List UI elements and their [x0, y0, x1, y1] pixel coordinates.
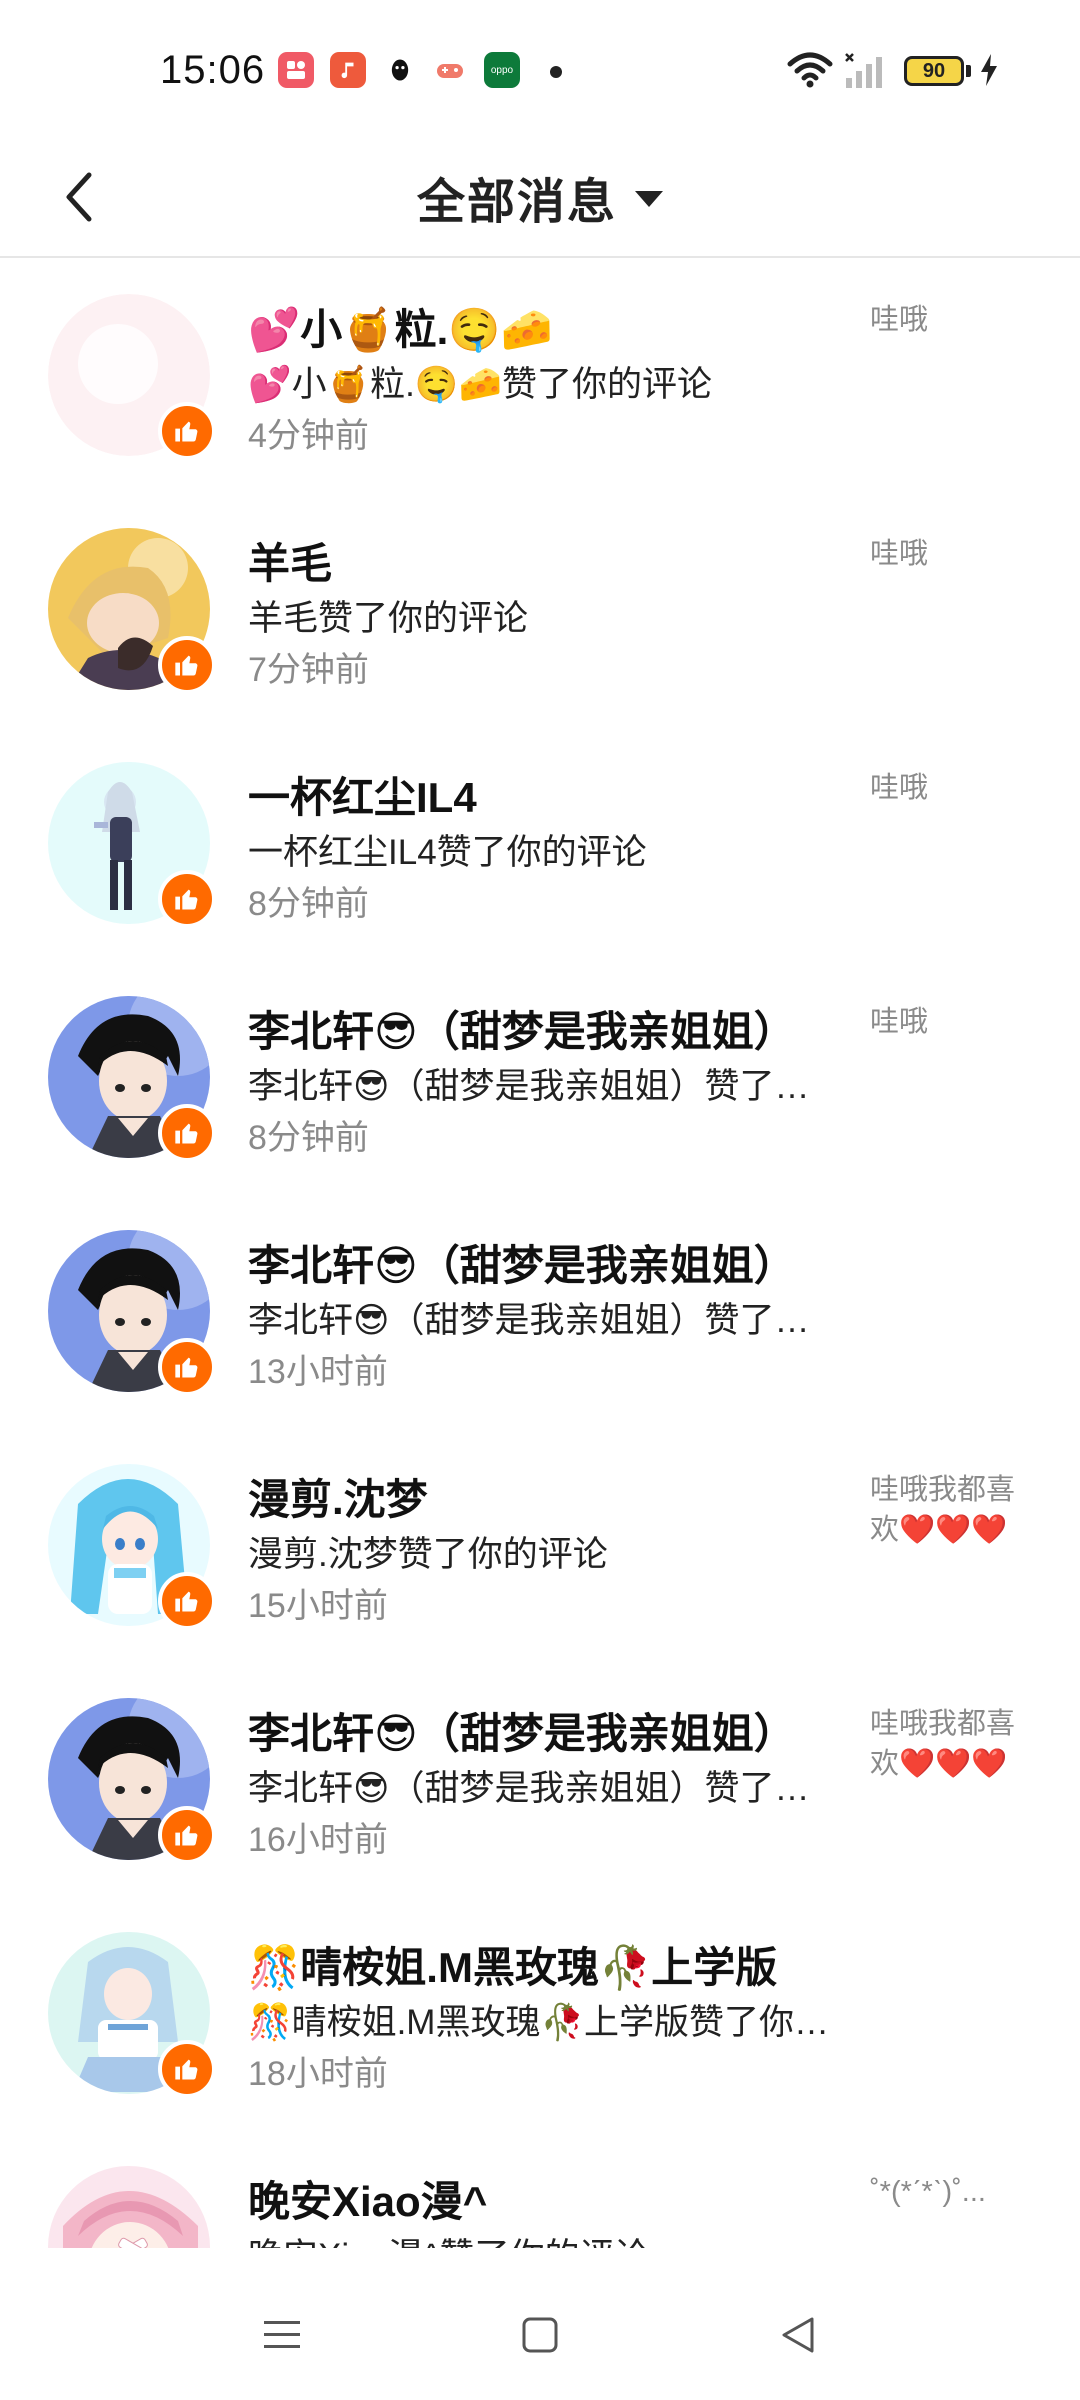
message-time: 18小时前: [248, 2055, 388, 2093]
battery-icon: 90: [904, 56, 964, 86]
message-description: 羊毛赞了你的评论: [248, 599, 529, 638]
message-item[interactable]: 一杯红尘IL4 一杯红尘IL4赞了你的评论 8分钟前 哇哦: [0, 726, 1080, 960]
like-badge: [158, 1104, 216, 1162]
message-item[interactable]: 李北轩😎（甜梦是我亲姐姐） 李北轩😎（甜梦是我亲姐姐）赞了你的评论 8分钟前 哇…: [0, 960, 1080, 1194]
message-description: 李北轩😎（甜梦是我亲姐姐）赞了你的评论: [248, 1769, 838, 1808]
system-nav-bar: [0, 2270, 1080, 2400]
message-description: 💕小🍯粒.🤤🧀赞了你的评论: [248, 365, 713, 404]
thumbs-up-icon: [175, 421, 198, 442]
message-time: 4分钟前: [248, 417, 369, 455]
liked-comment-preview[interactable]: 哇哦: [870, 534, 1030, 574]
thumbs-up-icon: [175, 2059, 198, 2080]
page-title: 全部消息: [416, 176, 617, 229]
message-description: 李北轩😎（甜梦是我亲姐姐）赞了你的评论: [248, 1067, 838, 1106]
thumbs-up-icon: [175, 1123, 198, 1144]
message-filter-dropdown[interactable]: 全部消息: [0, 162, 1080, 232]
message-time: 7分钟前: [248, 651, 369, 689]
oppo-app-icon: oppo: [484, 52, 520, 88]
message-time: 13小时前: [248, 1353, 388, 1391]
liked-comment-preview[interactable]: ˚*(*ˊ*ˋ)˚...: [870, 2172, 1030, 2212]
like-badge: [158, 402, 216, 460]
wifi-icon: [787, 52, 833, 88]
battery-tip: [966, 65, 971, 77]
sender-name[interactable]: 🎊晴桉姐.M黑玫瑰🥀上学版: [248, 1934, 777, 1995]
message-item[interactable]: 漫剪.沈梦 漫剪.沈梦赞了你的评论 15小时前 哇哦我都喜欢❤️❤️❤️: [0, 1428, 1080, 1662]
status-time: 15:06: [160, 48, 266, 92]
back-nav-button[interactable]: [758, 2300, 838, 2370]
menu-nav-button[interactable]: [242, 2300, 322, 2370]
message-list[interactable]: 💕小🍯粒.🤤🧀 💕小🍯粒.🤤🧀赞了你的评论 4分钟前 哇哦 羊毛 羊毛赞了你的评…: [0, 258, 1080, 2248]
liked-comment-preview[interactable]: 哇哦我都喜欢❤️❤️❤️: [870, 1704, 1030, 1784]
caret-down-icon: [635, 191, 663, 207]
thumbs-up-icon: [175, 1357, 198, 1378]
kuaishou-app-icon: [278, 52, 314, 88]
sender-name[interactable]: 羊毛: [248, 530, 332, 591]
like-badge: [158, 2040, 216, 2098]
message-description: 晚安Xiao漫^赞了你的评论: [248, 2228, 838, 2248]
message-item[interactable]: 羊毛 羊毛赞了你的评论 7分钟前 哇哦: [0, 492, 1080, 726]
message-time: 8分钟前: [248, 1119, 369, 1157]
sender-name[interactable]: 一杯红尘IL4: [248, 764, 477, 825]
home-square-icon: [522, 2317, 558, 2353]
sender-name[interactable]: 💕小🍯粒.🤤🧀: [248, 296, 553, 357]
message-item[interactable]: 晚安Xiao漫^ 晚安Xiao漫^赞了你的评论 ˚*(*ˊ*ˋ)˚...: [0, 2130, 1080, 2248]
like-badge: [158, 870, 216, 928]
message-item[interactable]: 李北轩😎（甜梦是我亲姐姐） 李北轩😎（甜梦是我亲姐姐）赞了你的评论 16小时前 …: [0, 1662, 1080, 1896]
status-bar: 15:06 oppo 90: [0, 0, 1080, 140]
liked-comment-preview[interactable]: 哇哦我都喜欢❤️❤️❤️: [870, 1470, 1030, 1550]
sender-name[interactable]: 李北轩😎（甜梦是我亲姐姐）: [248, 998, 796, 1059]
charging-icon: [981, 54, 997, 86]
header: 全部消息: [0, 140, 1080, 258]
message-time: 15小时前: [248, 1587, 388, 1625]
thumbs-up-icon: [175, 1825, 198, 1846]
signal-icon: [845, 53, 882, 88]
like-badge: [158, 636, 216, 694]
battery-level: 90: [922, 59, 946, 82]
message-description: 漫剪.沈梦赞了你的评论: [248, 1535, 608, 1574]
like-badge: [158, 1338, 216, 1396]
message-description: 一杯红尘IL4赞了你的评论: [248, 833, 647, 872]
message-description: 🎊晴桉姐.M黑玫瑰🥀上学版赞了你的评论: [248, 2003, 838, 2042]
message-description: 李北轩😎（甜梦是我亲姐姐）赞了你的评论: [248, 1301, 838, 1340]
thumbs-up-icon: [175, 889, 198, 910]
back-triangle-icon: [782, 2317, 814, 2353]
like-badge: [158, 1572, 216, 1630]
message-time: 8分钟前: [248, 885, 369, 923]
message-time: 16小时前: [248, 1821, 388, 1859]
liked-comment-preview[interactable]: 哇哦: [870, 300, 1030, 340]
avatar[interactable]: [48, 2166, 210, 2248]
game-app-icon: [432, 52, 468, 88]
home-nav-button[interactable]: [500, 2300, 580, 2370]
music-app-icon: [330, 52, 366, 88]
thumbs-up-icon: [175, 1591, 198, 1612]
liked-comment-preview[interactable]: 哇哦: [870, 768, 1030, 808]
notification-dot-icon: [550, 66, 562, 78]
sender-name[interactable]: 李北轩😎（甜梦是我亲姐姐）: [248, 1232, 796, 1293]
qq-app-icon: [382, 52, 418, 88]
sender-name[interactable]: 晚安Xiao漫^: [248, 2168, 487, 2229]
message-item[interactable]: 李北轩😎（甜梦是我亲姐姐） 李北轩😎（甜梦是我亲姐姐）赞了你的评论 13小时前: [0, 1194, 1080, 1428]
liked-comment-preview[interactable]: 哇哦: [870, 1002, 1030, 1042]
message-item[interactable]: 🎊晴桉姐.M黑玫瑰🥀上学版 🎊晴桉姐.M黑玫瑰🥀上学版赞了你的评论 18小时前: [0, 1896, 1080, 2130]
sender-name[interactable]: 漫剪.沈梦: [248, 1466, 428, 1527]
message-item[interactable]: 💕小🍯粒.🤤🧀 💕小🍯粒.🤤🧀赞了你的评论 4分钟前 哇哦: [0, 258, 1080, 492]
sender-name[interactable]: 李北轩😎（甜梦是我亲姐姐）: [248, 1700, 796, 1761]
thumbs-up-icon: [175, 655, 198, 676]
menu-icon: [264, 2321, 300, 2348]
like-badge: [158, 1806, 216, 1864]
